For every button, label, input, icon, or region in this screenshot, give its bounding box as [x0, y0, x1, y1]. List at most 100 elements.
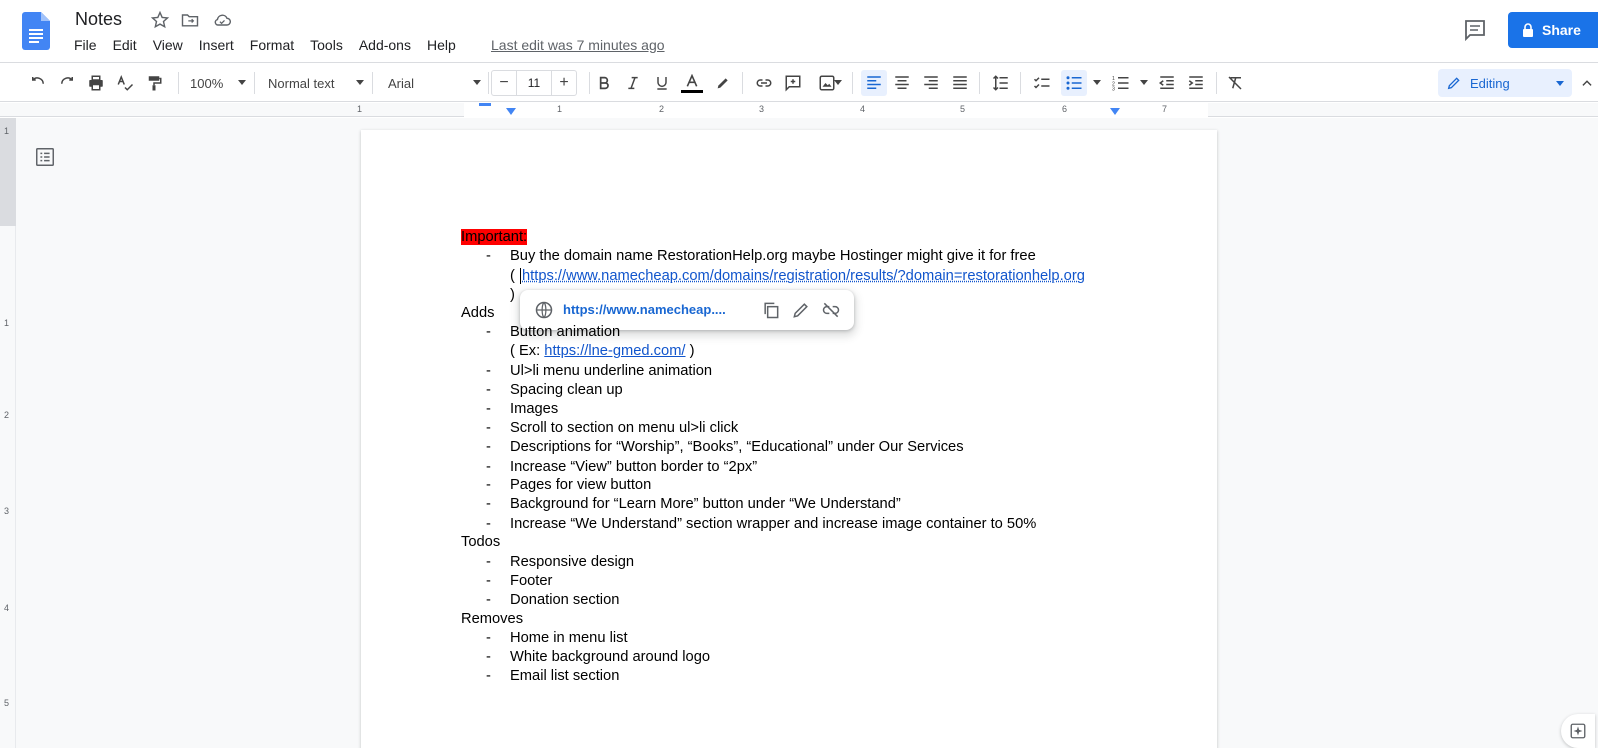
- list-item: Responsive design: [510, 554, 635, 570]
- list-item: Email list section: [510, 668, 620, 684]
- link-preview-url[interactable]: https://www.namecheap....: [563, 302, 726, 317]
- ruler-number: 3: [4, 506, 10, 516]
- last-edit-link[interactable]: Last edit was 7 minutes ago: [491, 37, 665, 53]
- checklist-icon[interactable]: [1031, 70, 1053, 96]
- cloud-saved-icon[interactable]: [212, 10, 232, 30]
- bullet: -: [486, 592, 491, 608]
- hyperlink[interactable]: https://www.namecheap.com/domains/regist…: [522, 268, 1085, 284]
- underline-icon[interactable]: [651, 70, 673, 96]
- print-icon[interactable]: [85, 70, 107, 96]
- editing-mode-select[interactable]: Editing: [1438, 69, 1572, 97]
- unlink-icon[interactable]: [821, 300, 841, 320]
- example-suffix: ): [685, 343, 695, 359]
- explore-button[interactable]: [1561, 714, 1595, 748]
- collapse-menus-icon[interactable]: [1578, 70, 1596, 96]
- menu-insert[interactable]: Insert: [191, 36, 242, 58]
- list-item-continuation: ( https://www.namecheap.com/domains/regi…: [510, 267, 1085, 286]
- first-line-indent-marker[interactable]: [479, 103, 491, 106]
- heading-todos: Todos: [461, 534, 501, 550]
- menu-tools[interactable]: Tools: [302, 36, 351, 58]
- font-select[interactable]: Arial: [388, 70, 481, 96]
- document-outline-icon[interactable]: [34, 146, 56, 168]
- insert-image-icon[interactable]: [811, 70, 843, 96]
- toolbar-divider: [488, 72, 489, 94]
- redo-icon[interactable]: [56, 70, 78, 96]
- add-comment-icon[interactable]: [782, 70, 804, 96]
- list-item: Scroll to section on menu ul>li click: [510, 420, 739, 436]
- toolbar-divider: [1216, 72, 1217, 94]
- bulleted-list-icon[interactable]: [1061, 70, 1087, 96]
- share-button[interactable]: Share: [1508, 12, 1598, 48]
- bullet: -: [486, 420, 491, 436]
- bullet: -: [486, 363, 491, 379]
- increase-indent-icon[interactable]: [1185, 70, 1207, 96]
- toolbar-divider: [742, 72, 743, 94]
- ruler-number: 5: [4, 698, 10, 708]
- heading-important: Important:: [461, 228, 528, 247]
- italic-icon[interactable]: [622, 70, 644, 96]
- list-item: Ul>li menu underline animation: [510, 363, 713, 379]
- list-item: Donation section: [510, 592, 620, 608]
- undo-icon[interactable]: [27, 70, 49, 96]
- insert-link-icon[interactable]: [753, 70, 775, 96]
- bulleted-list-menu-chevron-icon[interactable]: [1089, 70, 1101, 96]
- left-indent-marker[interactable]: [506, 108, 516, 115]
- highlight-color-icon[interactable]: [712, 70, 734, 96]
- ruler-number: 4: [860, 104, 866, 114]
- menu-addons[interactable]: Add-ons: [351, 36, 419, 58]
- ruler-number: 7: [1162, 104, 1168, 114]
- lock-icon: [1523, 23, 1533, 37]
- document-page[interactable]: Important: - Buy the domain name Restora…: [361, 130, 1217, 748]
- numbered-list-menu-chevron-icon[interactable]: [1136, 70, 1148, 96]
- copy-icon[interactable]: [761, 300, 781, 320]
- menu-format[interactable]: Format: [242, 36, 302, 58]
- toolbar-divider: [852, 72, 853, 94]
- font-size-input[interactable]: 11: [516, 71, 552, 95]
- list-item: Increase “View” button border to “2px”: [510, 459, 758, 475]
- menu-file[interactable]: File: [66, 36, 105, 58]
- edit-icon[interactable]: [791, 300, 811, 320]
- chevron-down-icon: [473, 80, 481, 85]
- menu-edit[interactable]: Edit: [105, 36, 145, 58]
- bullet: -: [486, 382, 491, 398]
- toolbar-divider: [372, 72, 373, 94]
- list-item: Button animation: [510, 324, 621, 340]
- text-color-icon[interactable]: [680, 70, 704, 96]
- bullet: -: [486, 477, 491, 493]
- bold-icon[interactable]: [593, 70, 615, 96]
- decrease-font-size-button[interactable]: −: [492, 71, 516, 95]
- increase-font-size-button[interactable]: +: [552, 71, 576, 95]
- move-to-folder-icon[interactable]: [180, 10, 200, 30]
- paragraph-style-select[interactable]: Normal text: [268, 70, 364, 96]
- paint-format-icon[interactable]: [143, 70, 165, 96]
- document-title[interactable]: Notes: [75, 9, 122, 30]
- decrease-indent-icon[interactable]: [1156, 70, 1178, 96]
- numbered-list-icon[interactable]: 123: [1110, 70, 1132, 96]
- menu-view[interactable]: View: [145, 36, 191, 58]
- explore-sparkle-icon: [1570, 723, 1586, 739]
- toolbar-divider: [178, 72, 179, 94]
- chevron-down-icon: [1556, 81, 1564, 86]
- clear-formatting-icon[interactable]: [1224, 70, 1246, 96]
- spellcheck-icon[interactable]: [114, 70, 136, 96]
- chevron-down-icon: [238, 80, 246, 85]
- highlighted-text: Important:: [461, 229, 528, 245]
- google-docs-window: Notes File Edit View Insert Format Tools…: [0, 0, 1598, 748]
- toolbar-divider: [979, 72, 980, 94]
- right-indent-marker[interactable]: [1110, 108, 1120, 115]
- bullet: -: [486, 459, 491, 475]
- align-center-icon[interactable]: [891, 70, 913, 96]
- list-item-continuation: ( Ex: https://lne-gmed.com/ ): [510, 342, 695, 361]
- justify-icon[interactable]: [949, 70, 971, 96]
- hyperlink[interactable]: https://lne-gmed.com/: [544, 343, 685, 359]
- menu-help[interactable]: Help: [419, 36, 464, 58]
- line-spacing-icon[interactable]: [990, 70, 1012, 96]
- docs-logo-icon[interactable]: [22, 12, 50, 50]
- align-right-icon[interactable]: [920, 70, 942, 96]
- comment-history-icon[interactable]: [1463, 18, 1487, 42]
- vertical-ruler: 1 1 2 3 4 5: [0, 118, 16, 748]
- align-left-icon[interactable]: [861, 70, 887, 96]
- zoom-select[interactable]: 100%: [190, 70, 246, 96]
- star-icon[interactable]: [150, 10, 170, 30]
- list-item: Images: [510, 401, 559, 417]
